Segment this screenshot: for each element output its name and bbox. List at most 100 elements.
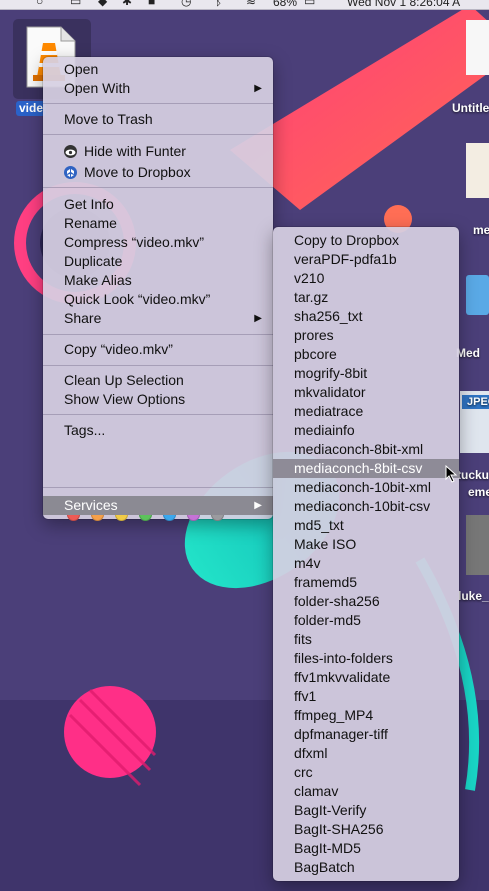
submenu-arrow-icon: ▶	[254, 500, 262, 511]
services-item[interactable]: v210	[273, 269, 459, 288]
context-menu: Open Open With ▶ Move to Trash Hide with …	[43, 57, 273, 521]
services-item-label: mkvalidator	[294, 384, 366, 400]
wifi-icon[interactable]: ≋	[246, 0, 256, 7]
services-item[interactable]: mediainfo	[273, 421, 459, 440]
menu-item-tags[interactable]: Tags...	[43, 421, 273, 440]
menu-separator	[43, 187, 273, 188]
services-item[interactable]: folder-sha256	[273, 592, 459, 611]
services-item[interactable]: tar.gz	[273, 288, 459, 307]
menu-item-copy[interactable]: Copy “video.mkv”	[43, 340, 273, 359]
menu-item-move-to-trash[interactable]: Move to Trash	[43, 110, 273, 129]
menu-item-rename[interactable]: Rename	[43, 214, 273, 233]
services-item[interactable]: files-into-folders	[273, 649, 459, 668]
services-item[interactable]: BagIt-SHA256	[273, 820, 459, 839]
clock-icon[interactable]: ◷	[181, 0, 191, 7]
move-to-dropbox-label: Move to Dropbox	[84, 164, 191, 180]
battery-icon[interactable]: ▭	[304, 0, 315, 7]
menu-item-services[interactable]: Services ▶	[43, 496, 273, 515]
services-item[interactable]: folder-md5	[273, 611, 459, 630]
menu-item-quick-look[interactable]: Quick Look “video.mkv”	[43, 290, 273, 309]
services-item-label: ffv1mkvvalidate	[294, 669, 391, 685]
menu-item-get-info[interactable]: Get Info	[43, 195, 273, 214]
menu-separator	[43, 134, 273, 135]
services-item[interactable]: crc	[273, 763, 459, 782]
services-item[interactable]: mogrify-8bit	[273, 364, 459, 383]
services-item[interactable]: dpfmanager-tiff	[273, 725, 459, 744]
move-to-trash-label: Move to Trash	[64, 111, 153, 127]
bluetooth-icon[interactable]: ✱	[122, 0, 132, 7]
menu-item-open-with[interactable]: Open With ▶	[43, 79, 273, 98]
menu-separator	[43, 487, 273, 488]
submenu-arrow-icon: ▶	[254, 313, 262, 324]
menu-item-move-to-dropbox[interactable]: Move to Dropbox	[43, 163, 273, 182]
services-item-label: mediaconch-8bit-csv	[294, 460, 423, 476]
desktop-item-me[interactable]: me	[473, 223, 489, 237]
file-name-text: vide	[19, 101, 44, 115]
battery-percent[interactable]: 68%	[273, 0, 297, 8]
services-item[interactable]: pbcore	[273, 345, 459, 364]
dropbox-icon	[64, 166, 77, 179]
menu-item-compress[interactable]: Compress “video.mkv”	[43, 233, 273, 252]
services-item-label: tar.gz	[294, 289, 329, 305]
menu-item-open[interactable]: Open	[43, 60, 273, 79]
services-item[interactable]: ffv1	[273, 687, 459, 706]
bluetooth-symbol-icon[interactable]: ᛒ	[215, 0, 222, 7]
show-view-options-label: Show View Options	[64, 391, 186, 407]
dropbox-menubar-icon[interactable]: ◆	[98, 0, 107, 7]
services-item-label: mediaconch-10bit-csv	[294, 498, 431, 514]
services-item-label: mogrify-8bit	[294, 365, 368, 381]
services-item-label: ffmpeg_MP4	[294, 707, 374, 723]
services-item[interactable]: Make ISO	[273, 535, 459, 554]
duplicate-label: Duplicate	[64, 253, 123, 269]
services-item[interactable]: mediaconch-10bit-csv	[273, 497, 459, 516]
desktop-item-luke[interactable]: luke_	[458, 589, 489, 603]
services-item[interactable]: sha256_txt	[273, 307, 459, 326]
hide-with-funter-label: Hide with Funter	[84, 143, 186, 159]
desktop-item-tucku[interactable]: tucku	[457, 468, 489, 482]
services-item[interactable]: fits	[273, 630, 459, 649]
share-label: Share	[64, 310, 102, 326]
services-item[interactable]: mediatrace	[273, 402, 459, 421]
time-machine-icon[interactable]: ○	[36, 0, 43, 7]
services-item[interactable]: m4v	[273, 554, 459, 573]
services-item[interactable]: md5_txt	[273, 516, 459, 535]
services-item-label: fits	[294, 631, 312, 647]
menu-separator	[43, 103, 273, 104]
services-item[interactable]: Copy to Dropbox	[273, 231, 459, 250]
services-item[interactable]: framemd5	[273, 573, 459, 592]
menu-separator	[43, 334, 273, 335]
services-item[interactable]: mediaconch-8bit-csv	[273, 459, 459, 478]
services-item[interactable]: prores	[273, 326, 459, 345]
services-item[interactable]: BagIt-MD5	[273, 839, 459, 858]
services-item-label: pbcore	[294, 346, 337, 362]
services-item[interactable]: BagBatch	[273, 858, 459, 877]
services-item[interactable]: mkvalidator	[273, 383, 459, 402]
menu-item-make-alias[interactable]: Make Alias	[43, 271, 273, 290]
services-item[interactable]: mediaconch-10bit-xml	[273, 478, 459, 497]
services-item[interactable]: mediaconch-8bit-xml	[273, 440, 459, 459]
services-item[interactable]: ffmpeg_MP4	[273, 706, 459, 725]
services-item[interactable]: ffv1mkvvalidate	[273, 668, 459, 687]
clean-up-selection-label: Clean Up Selection	[64, 372, 184, 388]
black-square-icon[interactable]: ■	[148, 0, 155, 7]
menubar-clock[interactable]: Wed Nov 1 8:26:04 A	[347, 0, 460, 8]
menu-item-duplicate[interactable]: Duplicate	[43, 252, 273, 271]
menu-item-show-view-options[interactable]: Show View Options	[43, 390, 273, 409]
services-item-label: m4v	[294, 555, 321, 571]
services-item-label: framemd5	[294, 574, 358, 590]
services-item[interactable]: clamav	[273, 782, 459, 801]
services-item[interactable]: dfxml	[273, 744, 459, 763]
services-item-label: prores	[294, 327, 334, 343]
compress-label: Compress “video.mkv”	[64, 234, 205, 250]
desktop-item-med[interactable]: Med	[456, 346, 480, 360]
desktop-item-untitled[interactable]: Untitle	[452, 101, 489, 115]
desktop-item-eme[interactable]: eme	[468, 485, 489, 499]
screen-icon[interactable]: ▭	[70, 0, 81, 7]
services-item[interactable]: veraPDF-pdfa1b	[273, 250, 459, 269]
menu-item-hide-with-funter[interactable]: Hide with Funter	[43, 142, 273, 161]
menu-item-clean-up-selection[interactable]: Clean Up Selection	[43, 371, 273, 390]
open-label: Open	[64, 61, 99, 77]
desktop-item-jpeg[interactable]: JPEG	[467, 396, 489, 408]
services-item[interactable]: BagIt-Verify	[273, 801, 459, 820]
menu-item-share[interactable]: Share ▶	[43, 309, 273, 328]
